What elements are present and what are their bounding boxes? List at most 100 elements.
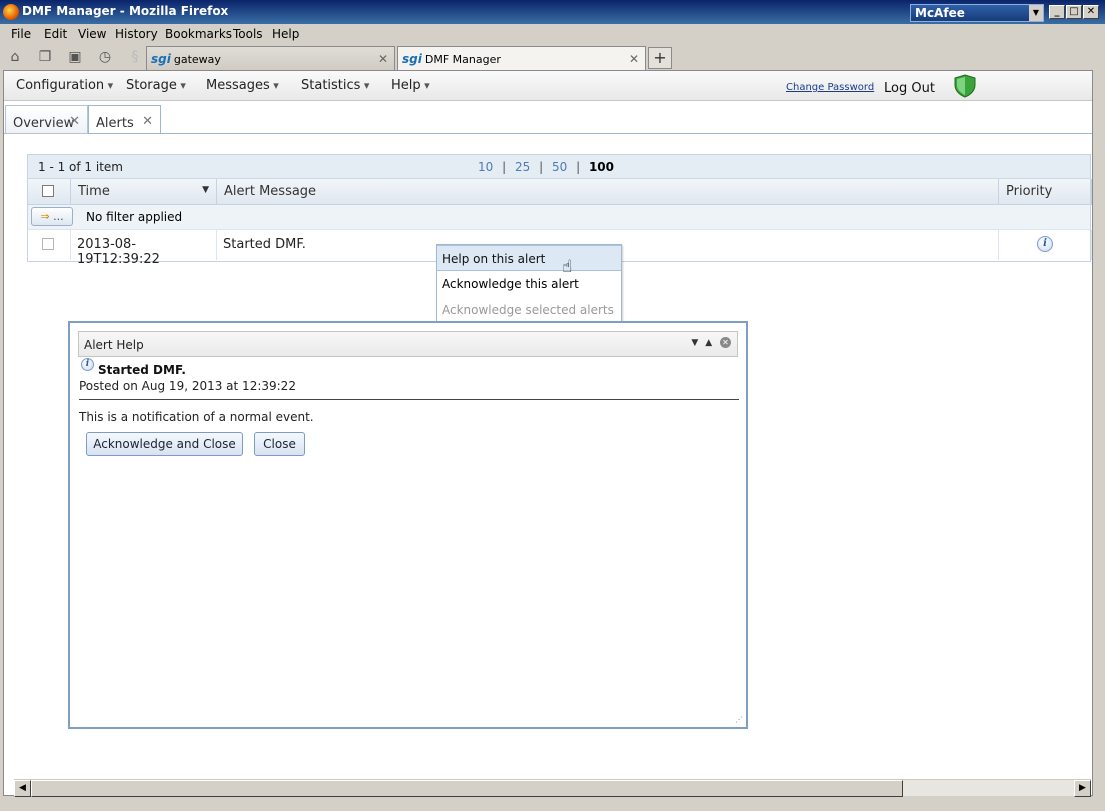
app-menu-help[interactable]: Help — [391, 78, 430, 93]
alert-help-dialog: Alert Help ▼ ▲ ✕ i Started DMF. Posted o… — [68, 321, 748, 729]
filter-icon: ⇒ — [40, 210, 50, 223]
tab-dmf-manager[interactable]: sgi DMF Manager ✕ — [397, 46, 646, 70]
close-icon[interactable]: ✕ — [720, 337, 731, 348]
page-size-10[interactable]: 10 — [478, 160, 493, 174]
tab-overview[interactable]: Overview ✕ — [5, 105, 88, 134]
dialog-description: This is a notification of a normal event… — [79, 410, 314, 424]
app-menu-storage[interactable]: Storage — [126, 78, 186, 93]
row-select-cell — [28, 230, 71, 260]
sgi-logo-icon: sgi — [402, 52, 422, 66]
window-title: DMF Manager - Mozilla Firefox — [22, 4, 229, 18]
clipboard-icon[interactable]: ▣ — [66, 48, 84, 66]
scrollbar-thumb[interactable] — [31, 780, 903, 797]
tab-label: gateway — [173, 53, 221, 66]
history-icon[interactable]: ◷ — [96, 48, 114, 66]
page-size-selector: 10 | 25 | 50 | 100 — [478, 160, 615, 174]
dialog-controls: ▼ ▲ ✕ — [691, 337, 731, 348]
maximize-button[interactable]: □ — [1066, 5, 1082, 19]
browser-toolbar: ⌂ ❐ ▣ ◷ § sgi gateway ✕ sgi DMF Manager ✕ … — [0, 44, 1105, 70]
menu-history[interactable]: History — [115, 27, 158, 41]
collapse-up-icon[interactable]: ▲ — [705, 338, 712, 348]
sync-icon[interactable]: § — [126, 48, 144, 66]
dialog-title: Alert Help — [84, 338, 144, 352]
close-icon[interactable]: ✕ — [629, 52, 639, 66]
menu-tools[interactable]: Tools — [233, 27, 263, 41]
hand-cursor-icon: ☝ — [562, 257, 573, 277]
dialog-alert-message: Started DMF. — [98, 363, 186, 377]
app-tab-bar: Overview ✕ Alerts ✕ — [4, 101, 1092, 134]
window-title-bar: DMF Manager - Mozilla Firefox McAfee ▼ _… — [0, 0, 1105, 24]
row-checkbox[interactable] — [42, 238, 54, 250]
browser-menu-bar: File Edit View History Bookmarks Tools H… — [0, 24, 1105, 44]
column-message-label: Alert Message — [224, 184, 317, 199]
logout-link[interactable]: Log Out — [884, 81, 935, 96]
filter-button[interactable]: ⇒ ... — [31, 207, 73, 226]
firefox-icon — [3, 4, 19, 20]
new-tab-button[interactable]: + — [648, 47, 672, 69]
acknowledge-and-close-button[interactable]: Acknowledge and Close — [86, 432, 243, 456]
alert-context-menu: Help on this alert Acknowledge this aler… — [436, 244, 622, 324]
app-menu-bar: Configuration Storage Messages Statistic… — [4, 71, 1092, 101]
row-time: 2013-08-19T12:39:22 — [71, 230, 217, 267]
app-menu-configuration[interactable]: Configuration — [16, 78, 113, 93]
resize-grip-icon[interactable]: ⋰ — [735, 716, 743, 724]
dialog-posted-date: Posted on Aug 19, 2013 at 12:39:22 — [79, 379, 296, 393]
column-priority[interactable]: Priority — [999, 179, 1092, 205]
column-priority-label: Priority — [1006, 184, 1053, 199]
app-menu-messages[interactable]: Messages — [206, 78, 279, 93]
tab-label: DMF Manager — [424, 53, 501, 66]
close-icon[interactable]: ✕ — [69, 114, 80, 129]
tab-gateway[interactable]: sgi gateway ✕ — [146, 46, 395, 70]
scroll-right-icon[interactable]: ▶ — [1074, 780, 1091, 797]
close-button[interactable]: Close — [254, 432, 305, 456]
close-icon[interactable]: ✕ — [378, 52, 388, 66]
info-icon: i — [81, 358, 94, 371]
column-alert-message[interactable]: Alert Message — [217, 179, 999, 205]
item-count: 1 - 1 of 1 item — [38, 160, 123, 174]
dialog-title-bar[interactable]: Alert Help ▼ ▲ ✕ — [78, 331, 738, 357]
home-icon[interactable]: ⌂ — [6, 48, 24, 66]
menu-item-acknowledge-alert[interactable]: Acknowledge this alert — [437, 271, 621, 297]
filter-row: ⇒ ... No filter applied — [28, 205, 1090, 230]
filter-button-label: ... — [53, 210, 64, 223]
tab-label: Overview — [13, 116, 75, 131]
row-priority: i — [999, 230, 1092, 260]
shield-icon — [954, 74, 976, 98]
page-content: Configuration Storage Messages Statistic… — [3, 70, 1093, 796]
column-time-label: Time — [78, 184, 110, 199]
column-time[interactable]: Time ▼ — [71, 179, 217, 205]
mcafee-toolbar[interactable]: McAfee ▼ — [910, 4, 1044, 22]
collapse-down-icon[interactable]: ▼ — [691, 338, 698, 348]
mcafee-label: McAfee — [915, 6, 965, 20]
page-size-100[interactable]: 100 — [589, 160, 614, 174]
menu-bookmarks[interactable]: Bookmarks — [165, 27, 232, 41]
menu-item-help-on-alert[interactable]: Help on this alert — [437, 245, 621, 271]
menu-item-acknowledge-selected: Acknowledge selected alerts — [442, 303, 614, 317]
minimize-button[interactable]: _ — [1049, 5, 1065, 19]
chevron-down-icon[interactable]: ▼ — [1029, 5, 1043, 21]
sgi-logo-icon: sgi — [151, 52, 171, 66]
grid-column-headers: Time ▼ Alert Message Priority — [28, 179, 1092, 205]
page-size-25[interactable]: 25 — [515, 160, 530, 174]
tab-alerts[interactable]: Alerts ✕ — [88, 105, 161, 134]
divider — [79, 399, 739, 400]
select-all-cell — [28, 179, 71, 205]
filter-status: No filter applied — [86, 210, 183, 224]
change-password-link[interactable]: Change Password — [786, 82, 874, 93]
copy-icon[interactable]: ❐ — [36, 48, 54, 66]
menu-view[interactable]: View — [78, 27, 106, 41]
tab-label: Alerts — [96, 116, 134, 131]
app-menu-statistics[interactable]: Statistics — [301, 78, 369, 93]
grid-header-bar: 1 - 1 of 1 item 10 | 25 | 50 | 100 — [28, 155, 1090, 179]
sort-desc-icon[interactable]: ▼ — [202, 185, 209, 195]
select-all-checkbox[interactable] — [42, 185, 54, 197]
close-icon[interactable]: ✕ — [142, 114, 153, 129]
menu-file[interactable]: File — [11, 27, 31, 41]
info-icon[interactable]: i — [1037, 236, 1053, 252]
menu-edit[interactable]: Edit — [44, 27, 67, 41]
horizontal-scrollbar[interactable]: ◀ ▶ — [14, 779, 1091, 797]
page-size-50[interactable]: 50 — [552, 160, 567, 174]
menu-help[interactable]: Help — [272, 27, 299, 41]
close-window-button[interactable]: ✕ — [1083, 5, 1099, 19]
scroll-left-icon[interactable]: ◀ — [14, 780, 31, 797]
